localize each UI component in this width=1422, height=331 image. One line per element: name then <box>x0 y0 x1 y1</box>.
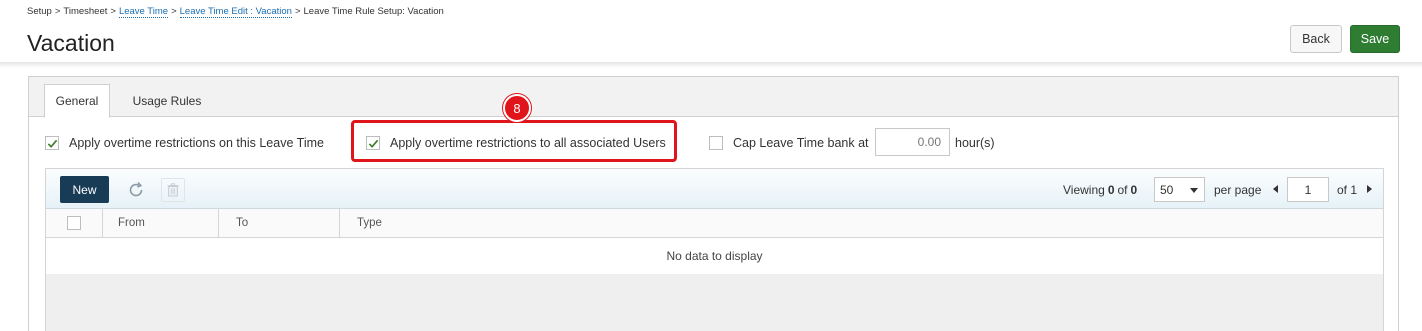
annotation-highlight <box>351 120 677 162</box>
select-all-checkbox[interactable] <box>67 216 81 230</box>
breadcrumb-item-setup: Setup <box>27 6 52 17</box>
breadcrumb-separator: > <box>171 6 177 17</box>
breadcrumb-separator: > <box>110 6 116 17</box>
breadcrumb-item-current: Leave Time Rule Setup: Vacation <box>303 6 444 17</box>
page-title: Vacation <box>27 30 115 56</box>
tab-usage-rules[interactable]: Usage Rules <box>121 84 213 118</box>
page-size-select[interactable]: 50 <box>1154 177 1205 202</box>
page-size-value: 50 <box>1160 182 1174 197</box>
viewing-from: 0 <box>1107 183 1115 197</box>
cap-bank-checkbox[interactable] <box>709 136 723 150</box>
column-type[interactable]: Type <box>340 209 1383 237</box>
tab-strip: General Usage Rules <box>29 77 1398 118</box>
back-button[interactable]: Back <box>1290 25 1342 53</box>
overtime-leave-option: Apply overtime restrictions on this Leav… <box>45 132 324 154</box>
overtime-leave-label: Apply overtime restrictions on this Leav… <box>69 136 324 150</box>
tab-general[interactable]: General <box>44 84 110 118</box>
rules-grid: New Viewing 0 of 0 50 per page 1 of 1 Fr… <box>45 168 1384 331</box>
viewing-total: 0 <box>1130 183 1138 197</box>
breadcrumb-link-leave-time-edit[interactable]: Leave Time Edit : Vacation <box>179 6 292 18</box>
viewing-label: Viewing <box>1063 183 1105 197</box>
refresh-icon[interactable] <box>126 180 146 200</box>
breadcrumb-link-leave-time[interactable]: Leave Time <box>118 6 169 18</box>
breadcrumb-separator: > <box>294 6 301 17</box>
viewing-of-label: of <box>1117 183 1128 197</box>
column-from[interactable]: From <box>103 209 219 237</box>
select-all-column <box>46 209 103 237</box>
per-page-label: per page <box>1214 183 1262 197</box>
chevron-down-icon <box>1190 188 1198 193</box>
grid-header: From To Type <box>46 209 1383 238</box>
empty-message: No data to display <box>46 238 1383 274</box>
new-button[interactable]: New <box>60 176 109 203</box>
breadcrumb-separator: > <box>54 6 61 17</box>
hours-unit-label: hour(s) <box>955 136 995 150</box>
settings-panel: General Usage Rules Apply overtime restr… <box>28 76 1399 331</box>
cap-bank-hours-input[interactable]: 0.00 <box>875 128 950 156</box>
cap-bank-label: Cap Leave Time bank at <box>733 136 869 150</box>
trash-glyph <box>167 183 179 197</box>
header-divider <box>0 62 1422 68</box>
grid-toolbar: New Viewing 0 of 0 50 per page 1 of 1 <box>46 169 1383 209</box>
page-number-input[interactable]: 1 <box>1287 177 1329 202</box>
viewing-summary: Viewing 0 of 0 <box>1063 177 1140 203</box>
prev-page-icon[interactable] <box>1273 185 1278 193</box>
check-icon <box>47 139 57 148</box>
next-page-icon[interactable] <box>1367 185 1372 193</box>
page-count-label: of 1 <box>1337 183 1358 197</box>
annotation-step-badge: 8 <box>503 94 531 122</box>
cap-bank-option: Cap Leave Time bank at <box>709 132 869 154</box>
trash-icon[interactable] <box>161 178 185 202</box>
breadcrumb-item-timesheet: Timesheet <box>63 6 108 17</box>
breadcrumb: Setup > Timesheet > Leave Time > Leave Time Ed… <box>27 6 444 18</box>
overtime-leave-checkbox[interactable] <box>45 136 59 150</box>
column-to[interactable]: To <box>219 209 340 237</box>
save-button[interactable]: Save <box>1350 25 1400 53</box>
